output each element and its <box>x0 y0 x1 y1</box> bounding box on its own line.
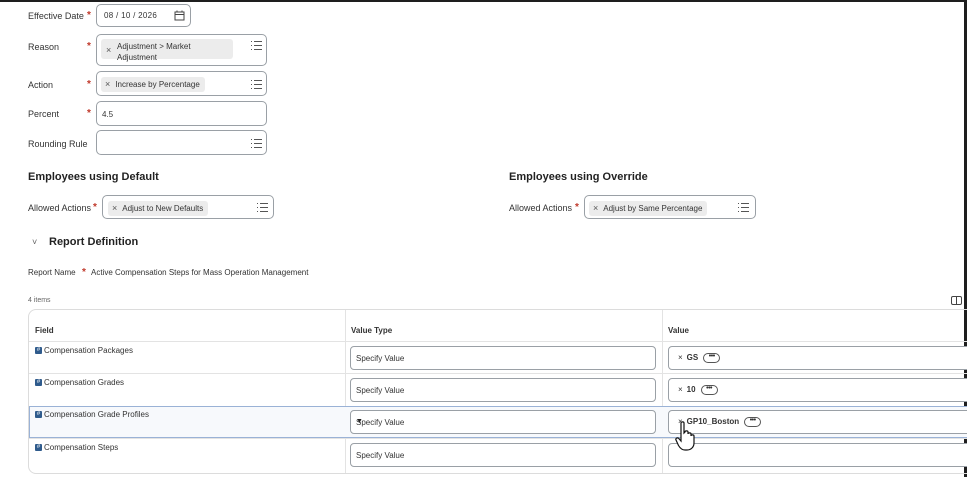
hand-cursor-icon <box>675 421 695 451</box>
override-title: Employees using Override <box>509 171 648 183</box>
reason-chip-line2: Adjustment <box>117 53 158 62</box>
header-value-type: Value Type <box>351 326 393 335</box>
reason-label: Reason <box>28 42 60 52</box>
value-type-select[interactable]: Specify Value <box>350 346 656 370</box>
percent-input[interactable]: 4.5 <box>96 101 267 126</box>
table-row: # Compensation Steps Specify Value <box>29 438 967 470</box>
table-view-icon[interactable] <box>951 296 962 305</box>
value-chip-text: GS <box>686 353 699 363</box>
list-icon[interactable] <box>251 139 262 148</box>
report-definition-title[interactable]: Report Definition <box>49 236 138 248</box>
percent-value: 4.5 <box>102 110 114 119</box>
remove-icon[interactable]: × <box>678 353 683 362</box>
action-chip-text: Increase by Percentage <box>115 80 200 89</box>
field-type-icon: # <box>35 444 42 451</box>
field-name: Compensation Steps <box>44 443 119 452</box>
override-allowed-actions-field[interactable]: × Adjust by Same Percentage <box>584 195 756 219</box>
required-marker: * <box>87 41 91 52</box>
value-field[interactable]: × GP10_Boston ••• <box>668 410 967 434</box>
remove-icon[interactable]: × <box>106 45 111 56</box>
defaults-allowed-actions-field[interactable]: × Adjust to New Defaults <box>102 195 274 219</box>
more-options-icon[interactable]: ••• <box>700 385 718 395</box>
value-type-text: Specify Value <box>356 451 405 460</box>
override-chip: × Adjust by Same Percentage <box>589 201 708 216</box>
list-icon[interactable] <box>257 203 268 212</box>
field-type-icon: # <box>35 347 42 354</box>
value-field[interactable] <box>668 443 967 467</box>
defaults-title: Employees using Default <box>28 171 159 183</box>
required-marker: * <box>87 79 91 90</box>
defaults-chip-text: Adjust to New Defaults <box>122 204 204 213</box>
item-count: 4 items <box>28 297 51 304</box>
field-name: Compensation Grade Profiles <box>44 410 149 419</box>
calendar-icon[interactable] <box>174 10 185 21</box>
collapse-chevron-icon[interactable]: ˅ <box>32 237 37 247</box>
value-field[interactable]: × 10 ••• <box>668 378 967 402</box>
value-field[interactable]: × GS ••• <box>668 346 967 370</box>
header-value: Value <box>668 326 689 335</box>
override-chip-text: Adjust by Same Percentage <box>603 204 703 213</box>
required-marker: * <box>87 10 91 21</box>
effective-date-label: Effective Date <box>28 11 84 21</box>
remove-icon[interactable]: × <box>105 79 110 89</box>
reason-chip: × Adjustment > Market Adjustment <box>101 39 233 62</box>
table-row-selected: # Compensation Grade Profiles Specify Va… <box>29 406 967 438</box>
report-fields-table: Field Value Type Value # Compensation Pa… <box>28 309 967 474</box>
value-type-select[interactable]: Specify Value ▼ <box>350 410 656 434</box>
action-chip: × Increase by Percentage <box>101 77 205 92</box>
required-marker: * <box>87 108 91 119</box>
value-chip: × 10 ••• <box>678 385 718 395</box>
value-type-text: Specify Value <box>356 386 405 395</box>
report-name-label: Report Name <box>28 268 76 277</box>
field-name: Compensation Packages <box>44 346 133 355</box>
header-field: Field <box>35 326 54 335</box>
required-marker: * <box>93 202 97 213</box>
more-options-icon[interactable]: ••• <box>703 353 721 363</box>
field-name: Compensation Grades <box>44 378 125 387</box>
required-marker: * <box>575 202 579 213</box>
rounding-rule-label: Rounding Rule <box>28 139 88 149</box>
field-type-icon: # <box>35 411 42 418</box>
window-top-edge <box>0 0 967 2</box>
list-icon[interactable] <box>738 203 749 212</box>
remove-icon[interactable]: × <box>593 203 598 213</box>
table-row: # Compensation Grades Specify Value × 10 •… <box>29 373 967 405</box>
action-field[interactable]: × Increase by Percentage <box>96 71 267 96</box>
effective-date-value: 08 / 10 / 2026 <box>104 11 158 20</box>
remove-icon[interactable]: × <box>112 203 117 213</box>
field-type-icon: # <box>35 379 42 386</box>
value-type-select[interactable]: Specify Value <box>350 378 656 402</box>
effective-date-field[interactable]: 08 / 10 / 2026 <box>96 4 191 27</box>
dropdown-arrow-icon[interactable]: ▼ <box>356 418 646 425</box>
action-label: Action <box>28 80 54 90</box>
defaults-chip: × Adjust to New Defaults <box>108 201 209 216</box>
percent-label: Percent <box>28 109 60 119</box>
more-options-icon[interactable]: ••• <box>744 417 762 427</box>
value-type-select[interactable]: Specify Value <box>350 443 656 467</box>
reason-field[interactable]: × Adjustment > Market Adjustment <box>96 34 267 66</box>
defaults-allowed-actions-label: Allowed Actions <box>28 203 92 213</box>
rounding-rule-field[interactable] <box>96 130 267 155</box>
value-chip: × GS ••• <box>678 353 721 363</box>
remove-icon[interactable]: × <box>678 385 683 394</box>
override-allowed-actions-label: Allowed Actions <box>509 203 573 213</box>
list-icon[interactable] <box>251 41 262 50</box>
report-name-value: Active Compensation Steps for Mass Opera… <box>91 268 309 277</box>
value-type-text: Specify Value <box>356 354 405 363</box>
required-marker: * <box>82 267 86 278</box>
value-chip-text: 10 <box>686 385 696 395</box>
list-icon[interactable] <box>251 80 262 89</box>
reason-chip-line1: Adjustment > Market <box>117 42 191 51</box>
table-row: # Compensation Packages Specify Value × G… <box>29 341 967 373</box>
